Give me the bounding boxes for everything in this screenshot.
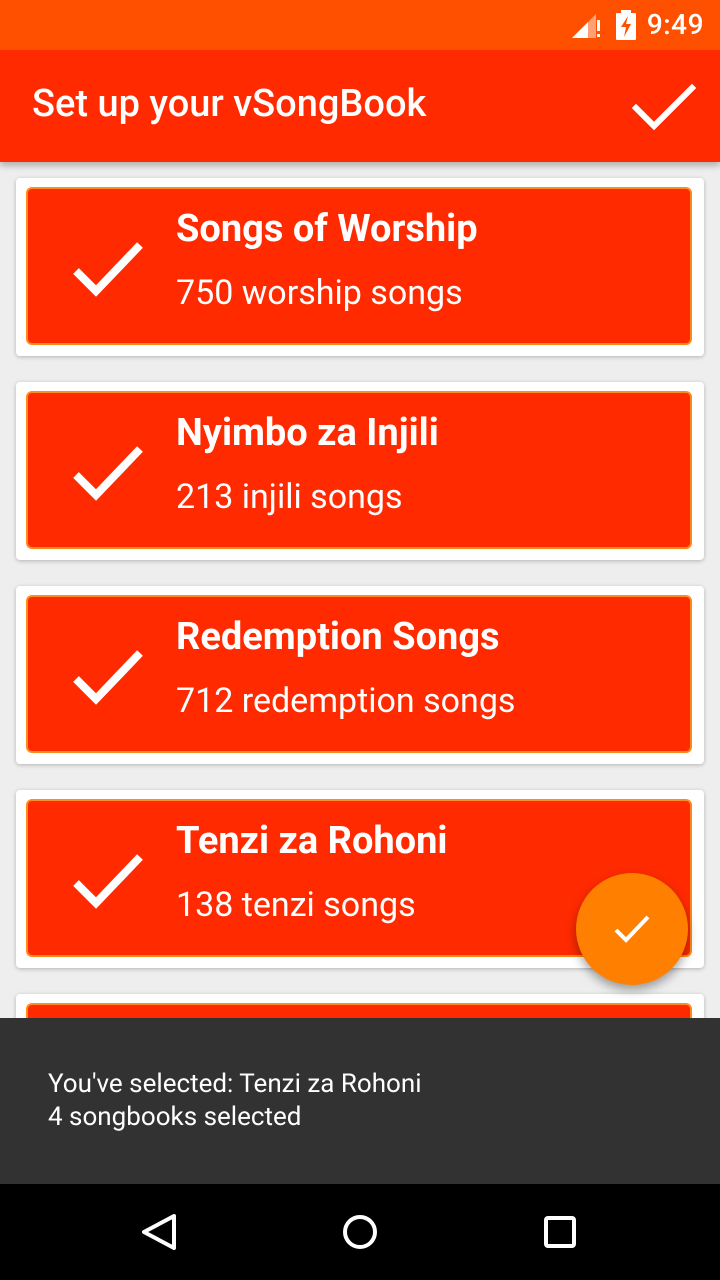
page-title: Set up your vSongBook	[32, 82, 427, 126]
songbook-item[interactable]: Redemption Songs 712 redemption songs	[26, 595, 692, 753]
snackbar-selected-text: You've selected: Tenzi za Rohoni	[48, 1069, 422, 1099]
songbook-title: Nyimbo za Injili	[176, 411, 439, 455]
songbook-item[interactable]	[26, 1003, 692, 1018]
navigation-bar	[0, 1184, 720, 1280]
status-bar: 9:49	[0, 0, 720, 50]
check-icon	[73, 854, 143, 909]
songbook-count: 712 redemption songs	[176, 681, 516, 721]
check-icon	[614, 915, 650, 943]
done-check-icon[interactable]	[630, 80, 698, 134]
songbook-title: Redemption Songs	[176, 615, 500, 659]
songbook-title: Songs of Worship	[176, 207, 478, 251]
songbook-card-partial	[16, 994, 704, 1018]
songbook-item[interactable]: Nyimbo za Injili 213 injili songs	[26, 391, 692, 549]
signal-icon	[572, 14, 600, 38]
snackbar: You've selected: Tenzi za Rohoni 4 songb…	[0, 1018, 720, 1184]
songbook-card-injili: Nyimbo za Injili 213 injili songs	[16, 382, 704, 560]
app-bar: Set up your vSongBook	[0, 50, 720, 162]
songbook-title: Tenzi za Rohoni	[176, 819, 448, 863]
check-icon	[73, 446, 143, 501]
songbook-card-redemption: Redemption Songs 712 redemption songs	[16, 586, 704, 764]
songbook-card-worship: Songs of Worship 750 worship songs	[16, 178, 704, 356]
battery-charging-icon	[616, 10, 636, 40]
songbook-item[interactable]: Songs of Worship 750 worship songs	[26, 187, 692, 345]
back-icon[interactable]	[136, 1208, 184, 1256]
confirm-fab[interactable]	[576, 873, 688, 985]
check-icon	[73, 650, 143, 705]
songbook-count: 213 injili songs	[176, 477, 403, 517]
check-icon	[73, 242, 143, 297]
snackbar-count-text: 4 songbooks selected	[48, 1102, 302, 1132]
home-icon[interactable]	[336, 1208, 384, 1256]
songbook-count: 750 worship songs	[176, 273, 463, 313]
status-time: 9:49	[646, 8, 704, 41]
songbook-count: 138 tenzi songs	[176, 885, 416, 925]
recents-icon[interactable]	[536, 1208, 584, 1256]
